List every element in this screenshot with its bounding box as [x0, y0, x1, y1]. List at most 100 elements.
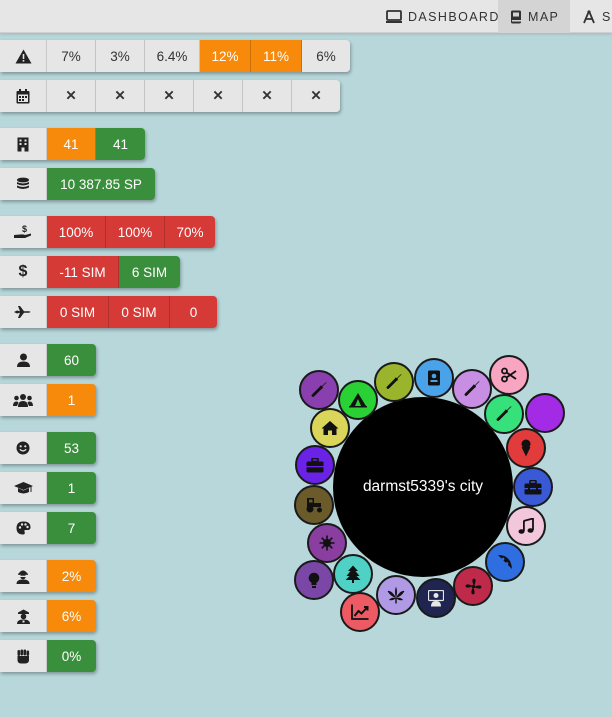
ice-cream-icon	[521, 439, 531, 457]
building-icon	[17, 137, 29, 151]
city-building[interactable]	[299, 370, 339, 410]
groups-icon-box	[0, 384, 47, 416]
city-building[interactable]	[484, 394, 524, 434]
police-icon	[16, 609, 30, 624]
population-row: 60	[0, 344, 96, 376]
compass-drafting-icon	[583, 9, 595, 23]
graduation-cap-icon	[13, 482, 33, 494]
user-icon	[16, 353, 30, 367]
city-building[interactable]	[525, 393, 565, 433]
tree-icon	[345, 565, 361, 583]
city-building[interactable]	[294, 485, 334, 525]
wrench-icon	[311, 382, 327, 397]
risk-icon-box	[0, 40, 47, 72]
tab-dashboard-label: DASHBOARD	[408, 9, 500, 24]
risk-value: 6.4%	[145, 40, 200, 72]
home-icon	[321, 421, 339, 435]
thief-icon	[16, 570, 30, 584]
city-building[interactable]	[340, 592, 380, 632]
toolbox-icon	[524, 479, 542, 494]
risk-value: 12%	[200, 40, 251, 72]
taxes-value: 70%	[165, 216, 215, 248]
crime-row: 2%	[0, 560, 96, 592]
calendar-slot: ✕	[47, 80, 96, 112]
balance-value: -11 SIM	[47, 256, 119, 288]
calendar-slot: ✕	[243, 80, 292, 112]
crime-value: 2%	[47, 560, 96, 592]
happiness-value: 53	[47, 432, 96, 464]
city-building[interactable]	[414, 358, 454, 398]
coins-icon	[17, 177, 29, 189]
city-building[interactable]	[506, 428, 546, 468]
id-card-icon	[428, 370, 440, 386]
culture-row: 7	[0, 512, 96, 544]
calendar-slot: ✕	[292, 80, 340, 112]
wrench-icon	[496, 406, 512, 421]
risk-value: 6%	[302, 40, 350, 72]
hand-dollar-icon: $	[14, 225, 31, 238]
protest-value: 0%	[47, 640, 96, 672]
travel-value: 0 SIM	[47, 296, 109, 328]
risk-value: 3%	[96, 40, 145, 72]
city-building[interactable]	[374, 362, 414, 402]
city-building[interactable]	[295, 445, 335, 485]
city-building[interactable]	[376, 575, 416, 615]
calendar-icon	[16, 88, 30, 103]
culture-icon-box	[0, 512, 47, 544]
tab-more[interactable]: SI	[570, 0, 612, 33]
chart-icon	[351, 604, 369, 620]
groups-row: 1	[0, 384, 96, 416]
risk-value: 7%	[47, 40, 96, 72]
education-row: 1	[0, 472, 96, 504]
travel-value: 0	[170, 296, 217, 328]
protest-row: 0%	[0, 640, 96, 672]
protest-icon-box	[0, 640, 47, 672]
risk-row: 7% 3% 6.4% 12% 11% 6%	[0, 40, 350, 72]
book-icon	[511, 10, 521, 23]
city-building[interactable]	[513, 467, 553, 507]
tab-dashboard[interactable]: DASHBOARD	[384, 0, 498, 33]
balance-icon-box: $	[0, 256, 47, 288]
city-building[interactable]	[416, 578, 456, 618]
happiness-icon-box	[0, 432, 47, 464]
plane-icon	[14, 306, 31, 318]
calendar-slot: ✕	[145, 80, 194, 112]
money-value: 10 387.85 SP	[47, 168, 155, 200]
population-icon-box	[0, 344, 47, 376]
police-value: 6%	[47, 600, 96, 632]
dollar-icon: $	[18, 263, 28, 280]
population-value: 60	[47, 344, 96, 376]
city-building[interactable]	[489, 355, 529, 395]
warning-icon	[15, 49, 31, 63]
calendar-icon-box	[0, 80, 47, 112]
travel-icon-box	[0, 296, 47, 328]
buildings-value: 41	[96, 128, 145, 160]
city-building[interactable]	[294, 560, 334, 600]
wrench-icon	[386, 374, 402, 389]
buildings-row: 41 41	[0, 128, 145, 160]
city-building[interactable]	[506, 506, 546, 546]
users-icon	[13, 394, 33, 407]
tab-map[interactable]: MAP	[498, 0, 570, 33]
money-icon-box	[0, 168, 47, 200]
lightbulb-icon	[308, 572, 320, 588]
svg-text:$: $	[22, 225, 27, 234]
crime-icon-box	[0, 560, 47, 592]
risk-value: 11%	[251, 40, 302, 72]
tractor-icon	[306, 498, 322, 513]
scissors-icon	[501, 367, 517, 383]
balance-value: 6 SIM	[119, 256, 180, 288]
tab-map-label: MAP	[528, 9, 560, 24]
calendar-slot: ✕	[96, 80, 145, 112]
briefcase-icon	[306, 457, 324, 472]
city-building[interactable]	[333, 554, 373, 594]
city-building[interactable]	[310, 408, 350, 448]
police-icon-box	[0, 600, 47, 632]
city-building[interactable]	[453, 566, 493, 606]
city-building[interactable]	[485, 542, 525, 582]
culture-value: 7	[47, 512, 96, 544]
taxes-row: $ 100% 100% 70%	[0, 216, 215, 248]
happiness-row: 53	[0, 432, 96, 464]
city-name: darmst5339's city	[362, 478, 484, 495]
music-icon	[518, 517, 534, 534]
